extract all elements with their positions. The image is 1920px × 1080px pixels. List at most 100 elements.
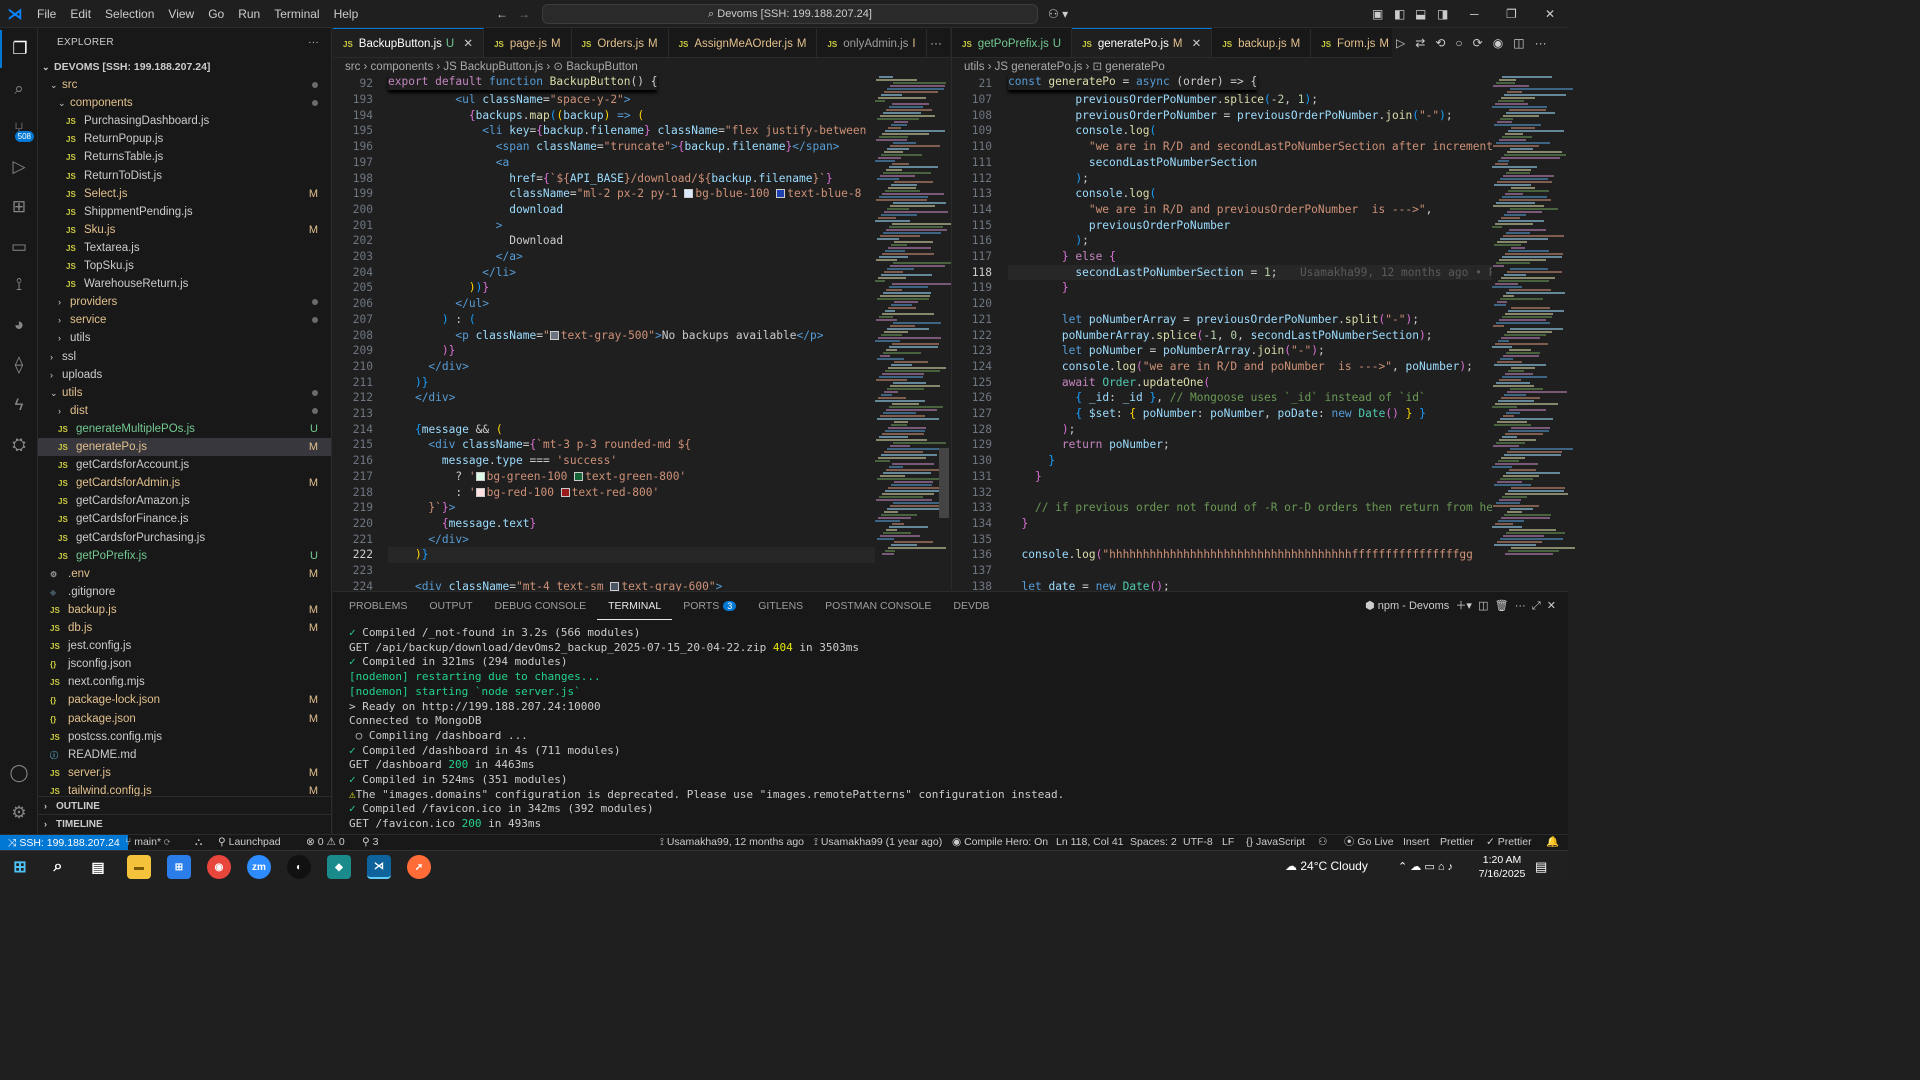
tree-file[interactable]: JS getCardsforPurchasing.js: [38, 529, 331, 547]
panel-tab-debug-console[interactable]: DEBUG CONSOLE: [484, 592, 598, 620]
postman-icon[interactable]: ◕: [0, 306, 38, 344]
code-line[interactable]: : ' bg-red-100 text-red-800': [388, 485, 659, 501]
notification-center-icon[interactable]: ▤: [1535, 859, 1547, 875]
minimap-right[interactable]: [1492, 76, 1575, 586]
cursor-position[interactable]: Ln 118, Col 41: [1056, 835, 1124, 850]
tree-file[interactable]: JS generateMultiplePOs.js U: [38, 420, 331, 438]
thunder-client-icon[interactable]: ϟ: [0, 386, 38, 424]
code-line[interactable]: Download: [388, 233, 563, 249]
tree-file[interactable]: {} package.json M: [38, 710, 331, 728]
toggle-panel-icon[interactable]: ⬓: [1415, 7, 1426, 21]
code-line[interactable]: console.log(: [1008, 186, 1156, 202]
code-line[interactable]: </a>: [388, 249, 523, 265]
code-line[interactable]: }: [1008, 280, 1069, 296]
forward-icon[interactable]: →: [518, 7, 530, 21]
tree-file[interactable]: JS PurchasingDashboard.js: [38, 112, 331, 130]
weather-widget[interactable]: ☁ 24°C Cloudy: [1285, 859, 1368, 873]
tree-file[interactable]: JS server.js M: [38, 764, 331, 782]
gitlens-status-icon[interactable]: ⛬: [195, 835, 202, 850]
panel-tab-ports[interactable]: PORTS 3: [672, 592, 747, 620]
run-icon[interactable]: ▷: [1396, 36, 1405, 50]
clock[interactable]: 1:20 AM 7/16/2025: [1474, 853, 1530, 881]
code-line[interactable]: { $set: { poNumber: poNumber, poDate: ne…: [1008, 406, 1426, 422]
code-line[interactable]: console.log(: [1008, 123, 1156, 139]
code-line[interactable]: "we are in R/D and secondLastPoNumberSec…: [1008, 139, 1513, 155]
panel-tab-output[interactable]: OUTPUT: [418, 592, 483, 620]
compare-changes-icon[interactable]: ⇄: [1415, 36, 1425, 50]
tab-generatepo-js[interactable]: JS generatePo.js M ✕: [1072, 28, 1213, 57]
tree-folder[interactable]: › service: [38, 311, 331, 329]
task-view-icon[interactable]: ▤: [86, 855, 110, 879]
search-view-icon[interactable]: ⌕: [0, 70, 38, 108]
menu-go[interactable]: Go: [201, 0, 231, 28]
code-line[interactable]: }: [1008, 469, 1042, 485]
menu-selection[interactable]: Selection: [98, 0, 161, 28]
gitlens-inspect-icon[interactable]: ⟠: [0, 346, 38, 384]
new-terminal-icon[interactable]: ＋▾: [1455, 600, 1472, 612]
tree-folder[interactable]: ⌄ src: [38, 76, 331, 94]
tree-file[interactable]: JS Select.js M: [38, 185, 331, 203]
kill-terminal-icon[interactable]: 🗑: [1495, 600, 1509, 612]
code-line[interactable]: <a: [388, 155, 509, 171]
tree-folder[interactable]: › utils: [38, 329, 331, 347]
workspace-root[interactable]: ⌄ DEVOMS [SSH: 199.188.207.24]: [38, 58, 331, 76]
minimize-icon[interactable]: ─: [1470, 7, 1479, 21]
editor-more-icon[interactable]: ···: [1535, 36, 1547, 50]
code-line[interactable]: download: [388, 202, 563, 218]
tree-folder[interactable]: › ssl: [38, 348, 331, 366]
copilot-icon[interactable]: ⚇ ▾: [1048, 7, 1068, 21]
code-line[interactable]: </div>: [388, 390, 455, 406]
next-change-icon[interactable]: ⟳: [1473, 36, 1483, 50]
extensions-icon[interactable]: ⊞: [0, 188, 38, 226]
tab-assignmeaorder-js[interactable]: JS AssignMeAOrder.js M: [668, 29, 818, 57]
code-line[interactable]: {backups.map((backup) => (: [388, 108, 644, 124]
code-line[interactable]: );: [1008, 233, 1089, 249]
tree-folder[interactable]: ⌄ components: [38, 94, 331, 112]
tab-backupbutton-js[interactable]: JS BackupButton.js U ✕: [333, 28, 485, 57]
terminal-selector[interactable]: npm - Devoms: [1378, 600, 1450, 612]
remote-indicator[interactable]: ⤨ SSH: 199.188.207.24: [0, 835, 128, 851]
tree-file[interactable]: JS getCardsforFinance.js: [38, 510, 331, 528]
tree-file[interactable]: ⓘ README.md: [38, 746, 331, 764]
tree-file[interactable]: JS next.config.mjs: [38, 673, 331, 691]
taskbar-search-icon[interactable]: ⌕: [46, 855, 70, 879]
network-icon[interactable]: ⌂: [1438, 861, 1445, 873]
code-line[interactable]: secondLastPoNumberSection: [1008, 155, 1257, 171]
blame-status[interactable]: ⟟ Usamakha99, 12 months ago: [660, 835, 804, 850]
timeline-section[interactable]: › TIMELINE: [38, 814, 331, 832]
menu-edit[interactable]: Edit: [63, 0, 98, 28]
code-line[interactable]: >: [388, 218, 503, 234]
code-line[interactable]: className="ml-2 px-2 py-1 bg-blue-100 te…: [388, 186, 861, 202]
sticky-scroll-header[interactable]: export default function BackupButton() {: [388, 74, 658, 90]
vscode-taskbar-icon[interactable]: ⋊: [367, 855, 391, 879]
tree-file[interactable]: JS TopSku.js: [38, 257, 331, 275]
panel-tab-problems[interactable]: PROBLEMS: [338, 592, 418, 620]
menu-file[interactable]: File: [30, 0, 63, 28]
onedrive-icon[interactable]: ☁: [1410, 861, 1421, 873]
copilot-status-icon[interactable]: ⚇: [1318, 835, 1327, 850]
tree-folder[interactable]: › dist: [38, 402, 331, 420]
split-editor-icon[interactable]: ◫: [1513, 36, 1524, 50]
code-line[interactable]: <li key={backup.filename} className="fle…: [388, 123, 866, 139]
tree-file[interactable]: ◆ .gitignore: [38, 583, 331, 601]
language-mode[interactable]: {} JavaScript: [1246, 835, 1305, 850]
close-panel-icon[interactable]: ✕: [1547, 600, 1556, 612]
outline-section[interactable]: › OUTLINE: [38, 796, 331, 814]
windows-start-icon[interactable]: ⊞: [8, 855, 32, 879]
tab-getpoprefix-js[interactable]: JS getPoPrefix.js U: [952, 29, 1073, 57]
tree-file[interactable]: JS backup.js M: [38, 601, 331, 619]
panel-tab-devdb[interactable]: DEVDB: [942, 592, 1000, 620]
store-icon[interactable]: ⊞: [167, 855, 191, 879]
code-line[interactable]: );: [1008, 171, 1089, 187]
scrollbar-thumb-left[interactable]: [939, 448, 949, 518]
back-icon[interactable]: ←: [496, 7, 508, 21]
toggle-secondary-sidebar-icon[interactable]: ◨: [1437, 7, 1448, 21]
prettier-status-1[interactable]: Prettier: [1440, 835, 1474, 850]
chevron-up-icon[interactable]: ⌃: [1398, 861, 1407, 873]
more-actions-icon[interactable]: ···: [308, 28, 319, 58]
restore-icon[interactable]: ❐: [1506, 7, 1517, 21]
tree-file[interactable]: JS ReturnToDist.js: [38, 167, 331, 185]
ports-indicator[interactable]: ⚲ 3: [362, 835, 378, 850]
line-ending[interactable]: LF: [1222, 835, 1234, 850]
python-icon[interactable]: ⛭: [0, 426, 38, 464]
